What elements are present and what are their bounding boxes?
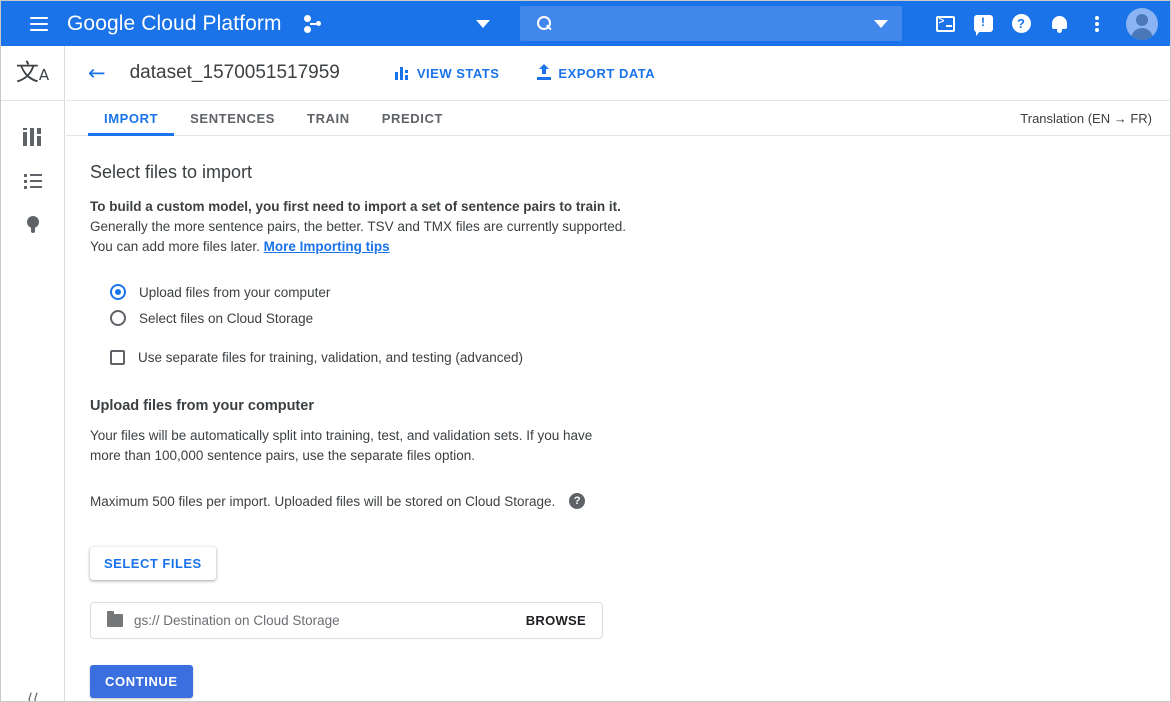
app-window: Google Cloud Platform 文A	[0, 0, 1171, 702]
tab-import[interactable]: IMPORT	[88, 101, 174, 135]
view-stats-label: VIEW STATS	[417, 66, 500, 81]
language-pair-label: Translation (EN → FR)	[1020, 101, 1152, 135]
tab-bar: IMPORT SENTENCES TRAIN PREDICT Translati…	[66, 101, 1171, 136]
project-icon-dot	[304, 26, 311, 33]
continue-button[interactable]: CONTINUE	[90, 665, 193, 698]
sidebar-item-dashboard[interactable]	[1, 115, 64, 159]
tab-sentences[interactable]: SENTENCES	[174, 101, 291, 135]
project-icon-dot	[316, 21, 321, 26]
lightbulb-icon	[27, 216, 39, 234]
brand-title[interactable]: Google Cloud Platform	[67, 12, 282, 36]
collapse-chevron-icon[interactable]: ⟨⟨	[27, 692, 39, 702]
view-stats-button[interactable]: VIEW STATS	[395, 66, 500, 81]
radio-upload-from-computer[interactable]: Upload files from your computer	[110, 279, 1171, 305]
project-icon-bar	[310, 23, 316, 25]
upload-section-paragraph: Your files will be automatically split i…	[90, 426, 620, 466]
export-upload-icon	[537, 66, 551, 80]
sidebar-item-tips[interactable]	[1, 203, 64, 247]
help-circle-icon[interactable]	[569, 493, 585, 509]
notifications-bell-icon[interactable]	[1042, 7, 1076, 41]
rail-collapse-container: ⟨⟨	[1, 692, 65, 702]
translate-icon: 文A	[16, 62, 49, 85]
top-app-bar: Google Cloud Platform	[1, 1, 1171, 46]
export-data-button[interactable]: EXPORT DATA	[537, 66, 655, 81]
upload-section-heading: Upload files from your computer	[90, 398, 1171, 414]
left-navigation-rail: 文A ⟨⟨	[1, 46, 65, 702]
hamburger-menu-icon[interactable]	[17, 1, 61, 46]
import-description-bold: To build a custom model, you first need …	[90, 197, 650, 217]
checkbox-separate-files[interactable]: Use separate files for training, validat…	[110, 344, 1171, 370]
project-selector-icon[interactable]	[304, 13, 326, 35]
checkbox-unchecked-icon	[110, 350, 125, 365]
tab-train[interactable]: TRAIN	[291, 101, 366, 135]
datasets-list-icon	[24, 171, 42, 192]
search-input[interactable]	[520, 6, 902, 41]
browse-button[interactable]: BROWSE	[526, 613, 586, 628]
topbar-actions	[928, 1, 1158, 46]
radio-upload-label: Upload files from your computer	[139, 285, 330, 300]
search-icon	[537, 16, 552, 31]
help-icon[interactable]	[1004, 7, 1038, 41]
bar-chart-icon	[395, 67, 410, 80]
project-chevron-down-icon[interactable]	[476, 20, 490, 28]
sidebar-item-datasets[interactable]	[1, 159, 64, 203]
product-icon-container: 文A	[1, 46, 64, 101]
feedback-icon[interactable]	[966, 7, 1000, 41]
source-options: Upload files from your computer Select f…	[90, 279, 1171, 370]
tab-train-label: TRAIN	[307, 111, 350, 126]
more-importing-tips-link[interactable]: More Importing tips	[264, 239, 390, 254]
gcs-destination-placeholder: gs:// Destination on Cloud Storage	[134, 613, 526, 628]
dashboard-icon	[23, 128, 43, 146]
export-data-label: EXPORT DATA	[558, 66, 655, 81]
section-heading: Select files to import	[90, 162, 1171, 183]
tab-sentences-label: SENTENCES	[190, 111, 275, 126]
import-description: To build a custom model, you first need …	[90, 197, 650, 257]
import-panel: Select files to import To build a custom…	[66, 136, 1171, 698]
gcs-destination-field[interactable]: gs:// Destination on Cloud Storage BROWS…	[90, 602, 603, 639]
select-files-button[interactable]: SELECT FILES	[90, 547, 216, 580]
account-avatar[interactable]	[1126, 8, 1158, 40]
hamburger-line	[30, 23, 48, 25]
checkbox-separate-files-label: Use separate files for training, validat…	[138, 350, 523, 365]
radio-cloud-label: Select files on Cloud Storage	[139, 311, 313, 326]
radio-button-icon	[110, 310, 126, 326]
more-options-icon[interactable]	[1080, 7, 1114, 41]
tab-predict[interactable]: PREDICT	[366, 101, 459, 135]
rail-items	[1, 101, 64, 247]
cloud-shell-icon[interactable]	[928, 7, 962, 41]
hamburger-line	[30, 17, 48, 19]
tab-predict-label: PREDICT	[382, 111, 443, 126]
search-chevron-down-icon[interactable]	[874, 20, 888, 28]
back-arrow-icon[interactable]: ←	[88, 63, 106, 84]
max-files-note: Maximum 500 files per import. Uploaded f…	[90, 493, 1171, 509]
folder-icon	[107, 614, 123, 627]
max-files-note-text: Maximum 500 files per import. Uploaded f…	[90, 494, 555, 509]
page-title: dataset_1570051517959	[130, 62, 340, 84]
radio-select-cloud-storage[interactable]: Select files on Cloud Storage	[110, 305, 1171, 331]
hamburger-line	[30, 29, 48, 31]
content-area: ← dataset_1570051517959 VIEW STATS EXPOR…	[66, 46, 1171, 702]
project-icon-dot	[304, 15, 311, 22]
radio-button-selected-icon	[110, 284, 126, 300]
tab-import-label: IMPORT	[104, 111, 158, 126]
page-header: ← dataset_1570051517959 VIEW STATS EXPOR…	[66, 46, 1171, 101]
